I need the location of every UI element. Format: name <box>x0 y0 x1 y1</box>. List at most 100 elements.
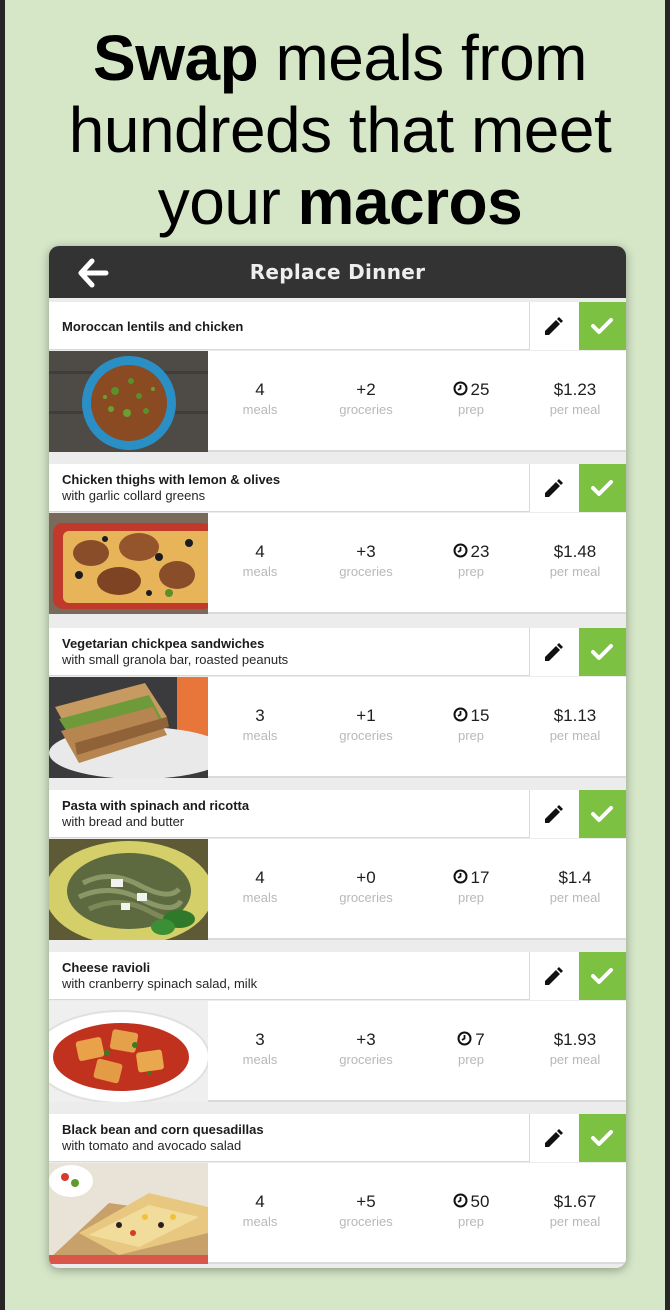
meal-card-body: 4 meals +3 groceries 23 prep $1.48 per m… <box>49 513 626 614</box>
checkmark-icon <box>591 806 613 822</box>
price-stat: $1.48 per meal <box>523 541 626 580</box>
checkmark-icon <box>591 1130 613 1146</box>
meal-card-body: 4 meals +2 groceries 25 prep $1.23 per m… <box>49 351 626 452</box>
meal-card: Chicken thighs with lemon & olives with … <box>49 464 626 614</box>
select-check-button[interactable] <box>579 302 626 350</box>
meal-card-header: Chicken thighs with lemon & olives with … <box>49 464 626 512</box>
edit-button[interactable] <box>529 464 579 512</box>
meal-card: Cheese ravioli with cranberry spinach sa… <box>49 952 626 1102</box>
prep-label: prep <box>457 564 485 579</box>
prep-stat: 50 prep <box>419 1191 523 1230</box>
meal-title: Cheese ravioli <box>62 960 151 975</box>
edit-button[interactable] <box>529 790 579 838</box>
select-check-button[interactable] <box>579 790 626 838</box>
pencil-icon <box>545 1129 563 1147</box>
groceries-stat: +5 groceries <box>314 1191 418 1230</box>
edit-button[interactable] <box>529 628 579 676</box>
meal-card: Black bean and corn quesadillas with tom… <box>49 1114 626 1264</box>
meals-count: 3 <box>255 1030 265 1049</box>
prep-label: prep <box>457 402 485 417</box>
promo-headline: Swap meals from hundreds that meet your … <box>20 22 660 238</box>
meal-photo[interactable] <box>49 1163 208 1264</box>
meal-card-header: Vegetarian chickpea sandwiches with smal… <box>49 628 626 676</box>
select-check-button[interactable] <box>579 628 626 676</box>
checkmark-icon <box>591 644 613 660</box>
price-label: per meal <box>549 1214 601 1229</box>
price-value: $1.4 <box>558 868 592 887</box>
meal-photo[interactable] <box>49 351 208 452</box>
meal-subtitle: with cranberry spinach salad, milk <box>62 976 258 991</box>
price-label: per meal <box>549 1052 601 1067</box>
groceries-stat: +0 groceries <box>314 867 418 906</box>
prep-time: 7 <box>475 1030 485 1049</box>
groceries-label: groceries <box>339 1214 393 1229</box>
prep-time: 25 <box>470 380 490 399</box>
pencil-icon <box>545 479 563 497</box>
price-label: per meal <box>549 728 601 743</box>
meals-count: 4 <box>255 380 265 399</box>
pencil-icon <box>545 643 563 661</box>
select-check-button[interactable] <box>579 464 626 512</box>
meal-photo[interactable] <box>49 677 208 778</box>
prep-label: prep <box>457 1052 485 1067</box>
headline-bold-start: Swap <box>93 22 259 94</box>
prep-time: 50 <box>470 1192 490 1211</box>
back-button[interactable] <box>77 258 109 288</box>
edit-button[interactable] <box>529 952 579 1000</box>
price-stat: $1.93 per meal <box>523 1029 626 1068</box>
meals-count: 3 <box>255 706 265 725</box>
meals-stat: 4 meals <box>208 867 312 906</box>
pencil-icon <box>545 967 563 985</box>
groceries-label: groceries <box>339 728 393 743</box>
clock-icon <box>453 543 468 558</box>
back-arrow-icon <box>78 258 109 288</box>
prep-label: prep <box>457 728 485 743</box>
groceries-label: groceries <box>339 402 393 417</box>
price-label: per meal <box>549 402 601 417</box>
meal-card: Vegetarian chickpea sandwiches with smal… <box>49 628 626 778</box>
prep-time: 17 <box>470 868 490 887</box>
meal-photo[interactable] <box>49 1001 208 1102</box>
meal-title: Chicken thighs with lemon & olives <box>62 472 281 487</box>
clock-icon <box>453 381 468 396</box>
right-frame-edge <box>665 0 670 1310</box>
meals-count: 4 <box>255 542 265 561</box>
groceries-stat: +1 groceries <box>314 705 418 744</box>
top-bar: Replace Dinner <box>49 246 626 298</box>
meal-photo[interactable] <box>49 839 208 940</box>
meal-card: Pasta with spinach and ricotta with brea… <box>49 790 626 940</box>
price-value: $1.23 <box>553 380 597 399</box>
clock-icon <box>453 869 468 884</box>
select-check-button[interactable] <box>579 952 626 1000</box>
pencil-icon <box>545 317 563 335</box>
meal-card-body: 4 meals +0 groceries 17 prep $1.4 per me… <box>49 839 626 940</box>
edit-button[interactable] <box>529 1114 579 1162</box>
select-check-button[interactable] <box>579 1114 626 1162</box>
meals-stat: 3 meals <box>208 1029 312 1068</box>
prep-stat: 23 prep <box>419 541 523 580</box>
meals-label: meals <box>242 402 278 417</box>
edit-button[interactable] <box>529 302 579 350</box>
meals-stat: 4 meals <box>208 1191 312 1230</box>
meal-title: Moroccan lentils and chicken <box>62 319 244 334</box>
clock-icon <box>453 707 468 722</box>
price-value: $1.48 <box>553 542 597 561</box>
groceries-stat: +2 groceries <box>314 379 418 418</box>
prep-time: 15 <box>470 706 490 725</box>
prep-label: prep <box>457 1214 485 1229</box>
price-label: per meal <box>549 564 601 579</box>
meal-subtitle: with bread and butter <box>62 814 185 829</box>
prep-stat: 25 prep <box>419 379 523 418</box>
meals-label: meals <box>242 1214 278 1229</box>
groceries-stat: +3 groceries <box>314 1029 418 1068</box>
meals-label: meals <box>242 890 278 905</box>
meal-card-header: Cheese ravioli with cranberry spinach sa… <box>49 952 626 1000</box>
meal-card: Moroccan lentils and chicken 4 meals +2 … <box>49 302 626 452</box>
clock-icon <box>457 1031 472 1046</box>
meals-label: meals <box>242 564 278 579</box>
meal-photo[interactable] <box>49 513 208 614</box>
clock-icon <box>453 1193 468 1208</box>
meal-title: Vegetarian chickpea sandwiches <box>62 636 265 651</box>
meal-card-body: 3 meals +1 groceries 15 prep $1.13 per m… <box>49 677 626 778</box>
meals-count: 4 <box>255 1192 265 1211</box>
